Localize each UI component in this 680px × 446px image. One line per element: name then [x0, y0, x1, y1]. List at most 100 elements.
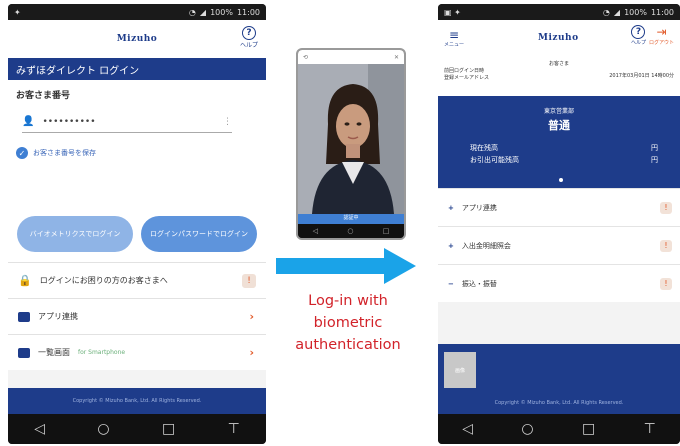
bank-logo: Mizuho [116, 34, 158, 44]
login-phone: ✦ ◔ ◢ 100% 11:00 Mizuho ? ヘルプ みずほダイレクト ロ… [8, 4, 266, 444]
account-type: 普通 [548, 119, 570, 132]
hamburger-icon: ≡ [448, 27, 460, 42]
home-icon[interactable]: ○ [97, 421, 109, 437]
camera-phone: ⟲ ✕ 認証中 ◁ ○ □ [296, 48, 406, 240]
minus-icon: − [448, 279, 454, 288]
notification-icon: ✦ [14, 7, 21, 17]
back-icon[interactable]: ◁ [34, 421, 45, 437]
camera-switch-icon[interactable]: ⟲ [303, 54, 308, 61]
login-screen: Mizuho ? ヘルプ みずほダイレクト ログイン お客さま番号 👤 ••••… [8, 20, 266, 414]
menu-item-app-link[interactable]: アプリ連携 › [8, 298, 266, 334]
help-label: ヘルプ [630, 40, 646, 46]
plus-icon: + [448, 203, 454, 212]
account-screen: ≡ メニュー Mizuho ? ヘルプ ⇥ ログアウト お客さま 前回ログイン日… [438, 20, 680, 414]
balance-values: 円 円 [651, 142, 658, 166]
status-bar: ▣ ✦ ◔ ◢ 100% 11:00 [438, 4, 680, 20]
alert-badge: ! [242, 273, 256, 288]
login-form: お客さま番号 👤 •••••••••• ⋮ ✓ お客さま番号を保存 [8, 80, 266, 206]
password-login-button[interactable]: ログインパスワードでログイン [141, 216, 257, 252]
menu-item-transfer[interactable]: − 振込・振替 ! [438, 264, 680, 302]
menu-item-list[interactable]: 一覧画面 for Smartphone › [8, 334, 266, 370]
check-icon: ✓ [16, 147, 28, 159]
transition-arrow [276, 248, 416, 284]
biometric-caption: Log-in with biometric authentication [268, 290, 428, 356]
menu-label: メニュー [444, 41, 465, 48]
login-buttons: バイオメトリクスでログイン ログインパスワードでログイン [8, 206, 266, 262]
plus-icon: + [448, 241, 454, 250]
available-label: お引出可能残高 [470, 156, 519, 164]
system-nav-bar: ◁ ○ □ ⊤ [438, 414, 680, 444]
copyright-footer: Copyright © Mizuho Bank, Ltd. All Rights… [494, 400, 624, 406]
recent-apps-icon[interactable]: □ [162, 421, 175, 437]
caption-line: biometric [313, 315, 383, 331]
status-bar: ✦ ◔ ◢ 100% 11:00 [8, 4, 266, 20]
menu-item-tag: for Smartphone [78, 349, 126, 356]
chevron-right-icon: › [249, 346, 254, 359]
caption-line: Log-in with [308, 293, 388, 309]
balance-label: 現在残高 [470, 144, 498, 152]
bottom-panel: 画像 Copyright © Mizuho Bank, Ltd. All Rig… [438, 344, 680, 414]
page-indicator [559, 178, 563, 182]
alert-badge: ! [660, 239, 672, 252]
home-icon[interactable]: ○ [521, 421, 533, 437]
menu-item-label: アプリ連携 [461, 203, 497, 212]
greeting: お客さま [548, 61, 569, 67]
wifi-icon: ◔ [188, 7, 196, 17]
lock-icon: 🔒 [18, 274, 32, 287]
camera-preview [298, 64, 404, 214]
auth-status-bar: 認証中 [298, 214, 404, 224]
logout-label: ログアウト [648, 40, 674, 46]
account-card[interactable]: 東京営業部 普通 現在残高 お引出可能残高 円 円 [438, 96, 680, 188]
caption-line: authentication [295, 337, 401, 353]
recent-apps-icon[interactable]: □ [582, 421, 595, 437]
biometric-login-button[interactable]: バイオメトリクスでログイン [17, 216, 133, 252]
menu-item-label: 入出金明細照会 [461, 241, 511, 250]
notification-icon: ▣ ✦ [444, 7, 461, 17]
chevron-right-icon: › [249, 310, 254, 323]
close-icon[interactable]: ✕ [394, 54, 399, 61]
menu-icon[interactable]: ⊤ [228, 421, 240, 437]
menu-button[interactable]: ≡ メニュー [444, 29, 464, 48]
card-icon [18, 311, 30, 322]
recent-apps-icon[interactable]: □ [383, 227, 390, 235]
battery-level: 100% [624, 7, 647, 17]
menu-icon[interactable]: ⊤ [644, 421, 656, 437]
back-icon[interactable]: ◁ [462, 421, 473, 437]
copyright-footer: Copyright © Mizuho Bank, Ltd. All Rights… [8, 388, 266, 414]
back-icon[interactable]: ◁ [313, 227, 318, 235]
help-icon: ? [631, 25, 646, 39]
menu-item-login-help[interactable]: 🔒 ログインにお困りの方のお客さまへ ! [8, 262, 266, 298]
customer-number-field[interactable]: 👤 •••••••••• ⋮ [22, 111, 232, 133]
logout-button[interactable]: ⇥ ログアウト [649, 25, 674, 46]
page-title: みずほダイレクト ログイン [8, 58, 266, 80]
menu-item-label: アプリ連携 [38, 312, 78, 321]
card-icon [18, 347, 30, 358]
camera-topbar: ⟲ ✕ [298, 50, 404, 64]
promo-thumbnail[interactable]: 画像 [444, 352, 476, 388]
bank-logo: Mizuho [538, 33, 579, 43]
clock: 11:00 [236, 7, 260, 17]
system-nav-bar: ◁ ○ □ [298, 224, 404, 238]
app-header: Mizuho ? ヘルプ [8, 20, 266, 58]
account-branch: 東京営業部 [543, 108, 574, 115]
drag-handle-icon: ⋮ [223, 116, 232, 127]
menu-item-app-link[interactable]: + アプリ連携 ! [438, 188, 680, 226]
remember-label: お客さま番号を保存 [33, 149, 96, 157]
last-login-value: 2017年03月01日 14時00分 [609, 73, 674, 79]
menu-item-label: 一覧画面 [38, 348, 70, 357]
home-icon[interactable]: ○ [347, 227, 353, 235]
account-phone: ▣ ✦ ◔ ◢ 100% 11:00 ≡ メニュー Mizuho ? ヘルプ ⇥… [438, 4, 680, 444]
battery-level: 100% [210, 7, 233, 17]
user-icon: 👤 [22, 116, 35, 127]
signal-icon: ◢ [199, 7, 207, 17]
available-value: 円 [651, 156, 658, 164]
help-label: ヘルプ [239, 42, 258, 49]
remember-checkbox[interactable]: ✓ お客さま番号を保存 [16, 147, 258, 159]
alert-badge: ! [660, 277, 672, 290]
help-button[interactable]: ? ヘルプ [240, 26, 258, 49]
help-icon: ? [241, 26, 256, 40]
menu-item-statement[interactable]: + 入出金明細照会 ! [438, 226, 680, 264]
face-photo [298, 64, 404, 214]
help-button[interactable]: ? ヘルプ [631, 25, 646, 46]
app-header: ≡ メニュー Mizuho ? ヘルプ ⇥ ログアウト [438, 20, 680, 56]
